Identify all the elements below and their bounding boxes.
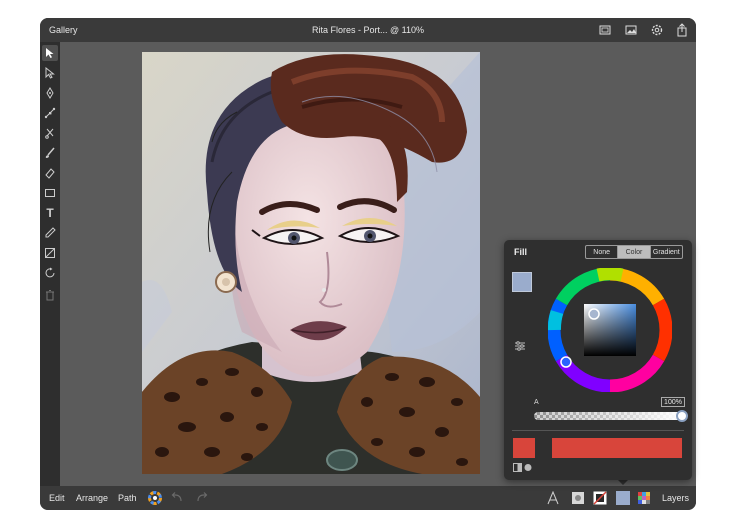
pen-icon[interactable]	[42, 85, 58, 101]
gear-icon[interactable]	[650, 23, 664, 37]
arrange-menu[interactable]: Arrange	[76, 493, 108, 503]
fill-title: Fill	[514, 247, 527, 257]
undo-icon[interactable]	[170, 491, 184, 505]
image-icon[interactable]	[624, 23, 638, 37]
alpha-value-field[interactable]: 100%	[661, 397, 685, 407]
current-color-bar[interactable]	[552, 438, 682, 458]
rotate-icon[interactable]	[42, 265, 58, 281]
trash-icon[interactable]	[42, 287, 58, 303]
direct-select-icon[interactable]	[42, 65, 58, 81]
eraser-icon[interactable]	[42, 165, 58, 181]
text-icon[interactable]: T	[42, 205, 58, 221]
node-icon[interactable]	[42, 105, 58, 121]
top-bar: Gallery Rita Flores - Port... @ 110%	[40, 18, 696, 42]
swatches-icon[interactable]	[637, 491, 651, 505]
color-wheel[interactable]	[548, 268, 672, 392]
fullscreen-icon[interactable]	[598, 23, 612, 37]
effects-icon[interactable]	[571, 491, 585, 505]
fill-popover: Fill None Color Gradient A 100%	[504, 240, 692, 480]
stroke-icon[interactable]	[593, 491, 607, 505]
select-icon[interactable]	[42, 45, 58, 61]
sliders-icon[interactable]	[514, 340, 526, 352]
tab-none[interactable]: None	[586, 246, 619, 258]
rectangle-icon[interactable]	[42, 185, 58, 201]
typography-icon[interactable]	[546, 491, 560, 505]
path-menu[interactable]: Path	[118, 493, 137, 503]
alpha-slider[interactable]	[534, 412, 684, 420]
color-mode-icons[interactable]	[513, 463, 533, 472]
current-color-swatch[interactable]	[513, 438, 535, 458]
image-tool-icon[interactable]	[42, 245, 58, 261]
alpha-label: A	[534, 399, 539, 406]
redo-icon[interactable]	[195, 491, 209, 505]
tab-gradient[interactable]: Gradient	[651, 246, 682, 258]
portrait-illustration[interactable]	[142, 52, 480, 474]
bottom-bar: Edit Arrange Path Layers	[40, 486, 696, 510]
artboard-portrait[interactable]	[142, 52, 480, 474]
divider	[512, 430, 684, 431]
color-wheel-icon[interactable]	[148, 491, 162, 505]
tab-color[interactable]: Color	[618, 246, 651, 258]
edit-menu[interactable]: Edit	[49, 493, 65, 503]
alpha-slider-thumb[interactable]	[676, 410, 688, 422]
fill-type-segmented-control: None Color Gradient	[585, 245, 683, 259]
previous-color-swatch[interactable]	[512, 272, 532, 292]
eyedropper-icon[interactable]	[42, 225, 58, 241]
fill-swatch-icon[interactable]	[616, 491, 630, 505]
share-icon[interactable]	[675, 23, 689, 37]
tool-bar: T	[40, 42, 60, 486]
saturation-picker-handle	[588, 308, 600, 320]
hue-picker-handle	[560, 356, 572, 368]
scissors-icon[interactable]	[42, 125, 58, 141]
brush-icon[interactable]	[42, 145, 58, 161]
layers-button[interactable]: Layers	[662, 493, 689, 503]
